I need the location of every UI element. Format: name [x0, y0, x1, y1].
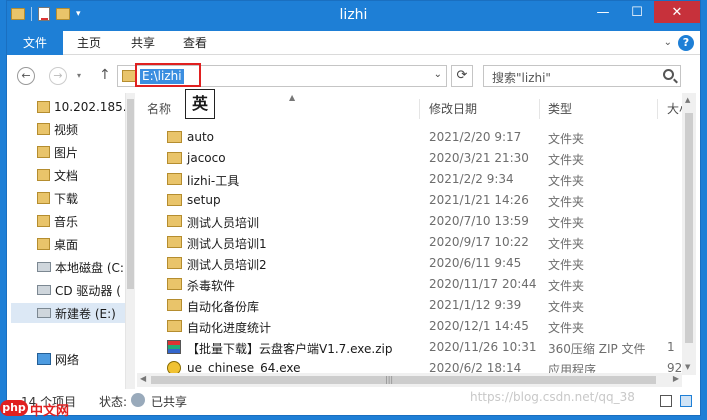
site-logo-text: 中文网 — [30, 404, 70, 419]
table-row[interactable]: 自动化进度统计 2020/12/1 14:45 文件夹 — [137, 316, 682, 337]
shared-users-icon — [131, 393, 145, 407]
address-dropdown-icon[interactable]: ⌄ — [434, 69, 442, 80]
scroll-left-icon[interactable]: ◀ — [140, 374, 146, 383]
column-header-size[interactable]: 大小 — [667, 99, 682, 119]
back-button[interactable]: ← — [17, 67, 35, 85]
status-label: 状态: — [99, 395, 128, 409]
close-button[interactable]: ✕ — [654, 1, 700, 23]
scroll-grip-icon: ||| — [385, 375, 394, 384]
drive-icon — [37, 308, 51, 318]
status-value: 已共享 — [151, 395, 188, 409]
file-list-horizontal-scrollbar[interactable]: ◀ ||| ▶ — [137, 373, 682, 387]
drive-icon — [37, 262, 51, 272]
folder-icon — [167, 257, 182, 269]
folder-icon — [167, 299, 182, 311]
sidebar-item-documents[interactable]: 文档 — [37, 165, 78, 185]
expand-ribbon-icon[interactable]: ⌄ — [664, 37, 672, 48]
folder-icon — [37, 169, 50, 181]
search-placeholder: 搜索"lizhi" — [492, 71, 551, 85]
sidebar-item-music[interactable]: 音乐 — [37, 211, 78, 231]
table-row[interactable]: auto 2021/2/20 9:17 文件夹 — [137, 127, 682, 148]
sidebar-scroll-thumb[interactable] — [127, 99, 134, 289]
sidebar-item-network[interactable]: 网络 — [37, 349, 79, 369]
details-view-icon[interactable] — [660, 395, 672, 407]
drive-icon — [37, 285, 51, 295]
folder-icon — [167, 194, 182, 206]
network-icon — [37, 353, 51, 365]
search-input[interactable]: 搜索"lizhi" — [483, 65, 681, 87]
forward-button[interactable]: → — [49, 67, 67, 85]
folder-icon — [167, 320, 182, 332]
folder-icon — [37, 192, 50, 204]
large-icons-view-icon[interactable] — [680, 395, 692, 407]
folder-icon — [37, 101, 50, 113]
folder-icon — [167, 236, 182, 248]
sidebar-item-local-disk[interactable]: 本地磁盘 (C: — [37, 257, 124, 277]
sidebar-item-downloads[interactable]: 下载 — [37, 188, 78, 208]
tab-share[interactable]: 共享 — [131, 31, 155, 55]
navigation-row: ← → ▾ ↑ E:\lizhi ⌄ ⟳ 搜索"lizhi" — [7, 59, 700, 93]
folder-icon — [37, 123, 50, 135]
tab-file[interactable]: 文件 — [7, 31, 63, 55]
folder-icon — [37, 215, 50, 227]
file-list-vertical-scrollbar[interactable]: ▲ ▼ — [682, 93, 696, 375]
minimize-button[interactable]: — — [586, 1, 620, 23]
column-header-date[interactable]: 修改日期 — [429, 99, 477, 119]
column-header-type[interactable]: 类型 — [548, 99, 572, 119]
column-divider[interactable] — [657, 99, 658, 119]
title-bar: ▾ lizhi — ☐ ✕ — [7, 1, 700, 31]
help-icon[interactable]: ? — [678, 35, 694, 51]
sidebar-scrollbar[interactable] — [125, 93, 135, 389]
sidebar-item-desktop[interactable]: 桌面 — [37, 234, 78, 254]
sidebar-item-pictures[interactable]: 图片 — [37, 142, 78, 162]
folder-icon — [37, 238, 50, 250]
window-controls: — ☐ ✕ — [586, 1, 700, 23]
table-row[interactable]: setup 2021/1/21 14:26 文件夹 — [137, 190, 682, 211]
column-divider[interactable] — [539, 99, 540, 119]
scroll-right-icon[interactable]: ▶ — [673, 374, 679, 383]
scroll-up-icon[interactable]: ▲ — [685, 96, 690, 104]
folder-icon — [167, 152, 182, 164]
scroll-down-icon[interactable]: ▼ — [685, 363, 690, 371]
sidebar-item-new-volume[interactable]: 新建卷 (E:) — [11, 303, 125, 323]
php-logo: php — [0, 400, 28, 416]
table-row[interactable]: lizhi-工具 2021/2/2 9:34 文件夹 — [137, 169, 682, 190]
table-row[interactable]: 测试人员培训1 2020/9/17 10:22 文件夹 — [137, 232, 682, 253]
table-row[interactable]: 测试人员培训 2020/7/10 13:59 文件夹 — [137, 211, 682, 232]
maximize-button[interactable]: ☐ — [620, 1, 654, 23]
folder-icon — [167, 278, 182, 290]
sidebar-item-cd-drive[interactable]: CD 驱动器 ( — [37, 280, 121, 300]
column-divider[interactable] — [419, 99, 420, 119]
table-row[interactable]: 自动化备份库 2021/1/12 9:39 文件夹 — [137, 295, 682, 316]
sidebar-item-videos[interactable]: 视频 — [37, 119, 78, 139]
navigation-pane: 10.202.185. 视频 图片 文档 下载 音乐 桌面 本地磁盘 (C: C… — [7, 93, 125, 389]
folder-icon — [167, 173, 182, 185]
folder-icon — [37, 146, 50, 158]
folder-icon — [167, 215, 182, 227]
folder-icon — [167, 131, 182, 143]
table-row[interactable]: 杀毒软件 2020/11/17 20:44 文件夹 — [137, 274, 682, 295]
table-row[interactable]: 测试人员培训2 2020/6/11 9:45 文件夹 — [137, 253, 682, 274]
search-icon[interactable] — [663, 69, 674, 80]
explorer-window: ▾ lizhi — ☐ ✕ 文件 主页 共享 查看 ⌄ ? ← → ▾ ↑ E:… — [6, 0, 701, 416]
ribbon-tabs: 文件 主页 共享 查看 ⌄ ? — [7, 31, 700, 55]
vertical-scroll-thumb[interactable] — [685, 113, 693, 343]
tab-view[interactable]: 查看 — [183, 31, 207, 55]
up-button[interactable]: ↑ — [99, 67, 111, 83]
recent-locations-icon[interactable]: ▾ — [77, 71, 81, 80]
address-highlight-box — [135, 63, 201, 87]
tab-home[interactable]: 主页 — [77, 31, 101, 55]
column-header-name[interactable]: 名称 — [147, 99, 171, 119]
ime-indicator: 英 — [185, 89, 215, 119]
table-row[interactable]: jacoco 2020/3/21 21:30 文件夹 — [137, 148, 682, 169]
zip-archive-icon — [167, 340, 181, 354]
sidebar-item-network-drive[interactable]: 10.202.185. — [37, 97, 125, 117]
watermark-text: https://blog.csdn.net/qq_38 — [470, 390, 635, 404]
sort-ascending-icon: ▲ — [289, 93, 296, 102]
table-row[interactable]: 【批量下载】云盘客户端V1.7.exe.zip 2020/11/26 10:31 3… — [137, 337, 682, 358]
horizontal-scroll-thumb[interactable] — [151, 376, 656, 384]
refresh-button[interactable]: ⟳ — [451, 65, 473, 87]
file-list: ▲ 名称 修改日期 类型 大小 auto2021/2/20 9:17文件夹 ja… — [137, 93, 682, 375]
